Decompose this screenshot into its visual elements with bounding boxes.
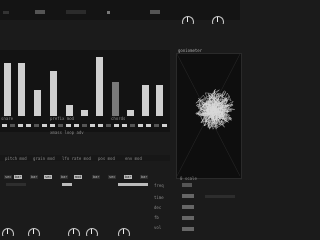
level-bar[interactable] [156, 85, 163, 116]
top-indicator [107, 11, 110, 14]
toggle-square[interactable] [114, 124, 119, 127]
toggle-square[interactable] [146, 124, 151, 127]
mod-label-4: pos mod [98, 156, 115, 161]
right-label-4: fb [154, 215, 159, 220]
footer-knob-1[interactable] [2, 228, 14, 236]
right-label-1: freq [154, 183, 164, 188]
mode-chip[interactable]: bar [60, 175, 69, 179]
level-bar[interactable] [127, 110, 134, 116]
footer-knob-3[interactable] [68, 228, 80, 236]
mode-chip[interactable]: mod [74, 175, 83, 179]
footer-knob-4[interactable] [86, 228, 98, 236]
top-right-knob-2[interactable] [212, 16, 224, 24]
level-bar[interactable] [142, 85, 149, 116]
bars-container [0, 50, 170, 120]
toggle-square[interactable] [138, 124, 143, 127]
footer-knob-2[interactable] [28, 228, 40, 236]
right-button-1[interactable] [182, 183, 192, 187]
mode-chip[interactable]: bar [92, 175, 101, 179]
right-label-3: dec [154, 205, 162, 210]
footer-knob-5[interactable] [118, 228, 130, 236]
goniometer-title: goniometer [178, 48, 203, 53]
level-bar[interactable] [18, 63, 25, 116]
level-bar[interactable] [66, 105, 73, 116]
mode-chip[interactable]: bar [14, 175, 23, 179]
toggle-square[interactable] [10, 124, 15, 127]
toggle-square[interactable] [18, 124, 23, 127]
chip-row: sec bar bar sec bar mod bar sec bar bar [0, 175, 175, 181]
toggle-square[interactable] [162, 124, 167, 127]
slider-b[interactable] [118, 183, 148, 186]
toggle-square[interactable] [90, 124, 95, 127]
right-button-3[interactable] [182, 205, 194, 209]
level-bar[interactable] [81, 110, 88, 116]
bars-sub-label: xmass loop adv [50, 130, 84, 135]
bars-toggle-row [0, 124, 170, 128]
goniometer-trace [195, 88, 235, 130]
top-right-knob[interactable] [182, 16, 194, 24]
mode-chip[interactable]: sec [108, 175, 117, 179]
toggle-square[interactable] [26, 124, 31, 127]
toggle-square[interactable] [74, 124, 79, 127]
bars-label-2: prefix mod [50, 116, 75, 121]
top-slot-button[interactable] [66, 10, 86, 14]
toggle-square[interactable] [42, 124, 47, 127]
toggle-square[interactable] [106, 124, 111, 127]
top-mode-button[interactable] [150, 10, 160, 14]
toggle-square[interactable] [130, 124, 135, 127]
toggle-square[interactable] [154, 124, 159, 127]
right-button-2[interactable] [182, 194, 194, 198]
mod-label-5: env mod [125, 156, 142, 161]
mode-chip[interactable]: bar [124, 175, 133, 179]
toggle-square[interactable] [58, 124, 63, 127]
right-button-5[interactable] [182, 227, 194, 231]
top-indicator-2 [3, 11, 9, 14]
goniometer-scale: 0 scale [180, 176, 197, 181]
level-bar[interactable] [34, 90, 41, 116]
toggle-square[interactable] [66, 124, 71, 127]
bars-label-1: snare [1, 116, 14, 121]
mode-chip[interactable]: bar [140, 175, 149, 179]
right-slider[interactable] [205, 195, 235, 198]
right-button-4[interactable] [182, 216, 194, 220]
toggle-square[interactable] [50, 124, 55, 127]
slider-c[interactable] [6, 183, 26, 186]
mod-label-2: grain mod [33, 156, 55, 161]
toggle-square[interactable] [34, 124, 39, 127]
mod-label-3: lfo rate mod [62, 156, 91, 161]
top-preset-button[interactable] [35, 10, 45, 14]
right-label-2: time [154, 195, 164, 200]
level-bar[interactable] [112, 82, 119, 116]
bars-label-3: chords [111, 116, 126, 121]
level-bar[interactable] [96, 57, 103, 116]
slider-a[interactable] [62, 183, 72, 186]
goniometer-plot [177, 54, 240, 176]
toggle-square[interactable] [122, 124, 127, 127]
toggle-square[interactable] [98, 124, 103, 127]
right-label-5: vol [154, 225, 162, 230]
toggle-square[interactable] [2, 124, 7, 127]
mode-chip[interactable]: sec [4, 175, 13, 179]
mod-label-1: pitch mod [5, 156, 27, 161]
level-bar[interactable] [50, 71, 57, 116]
mode-chip[interactable]: sec [44, 175, 53, 179]
mode-chip[interactable]: bar [30, 175, 39, 179]
level-bar[interactable] [4, 63, 11, 116]
toggle-square[interactable] [82, 124, 87, 127]
